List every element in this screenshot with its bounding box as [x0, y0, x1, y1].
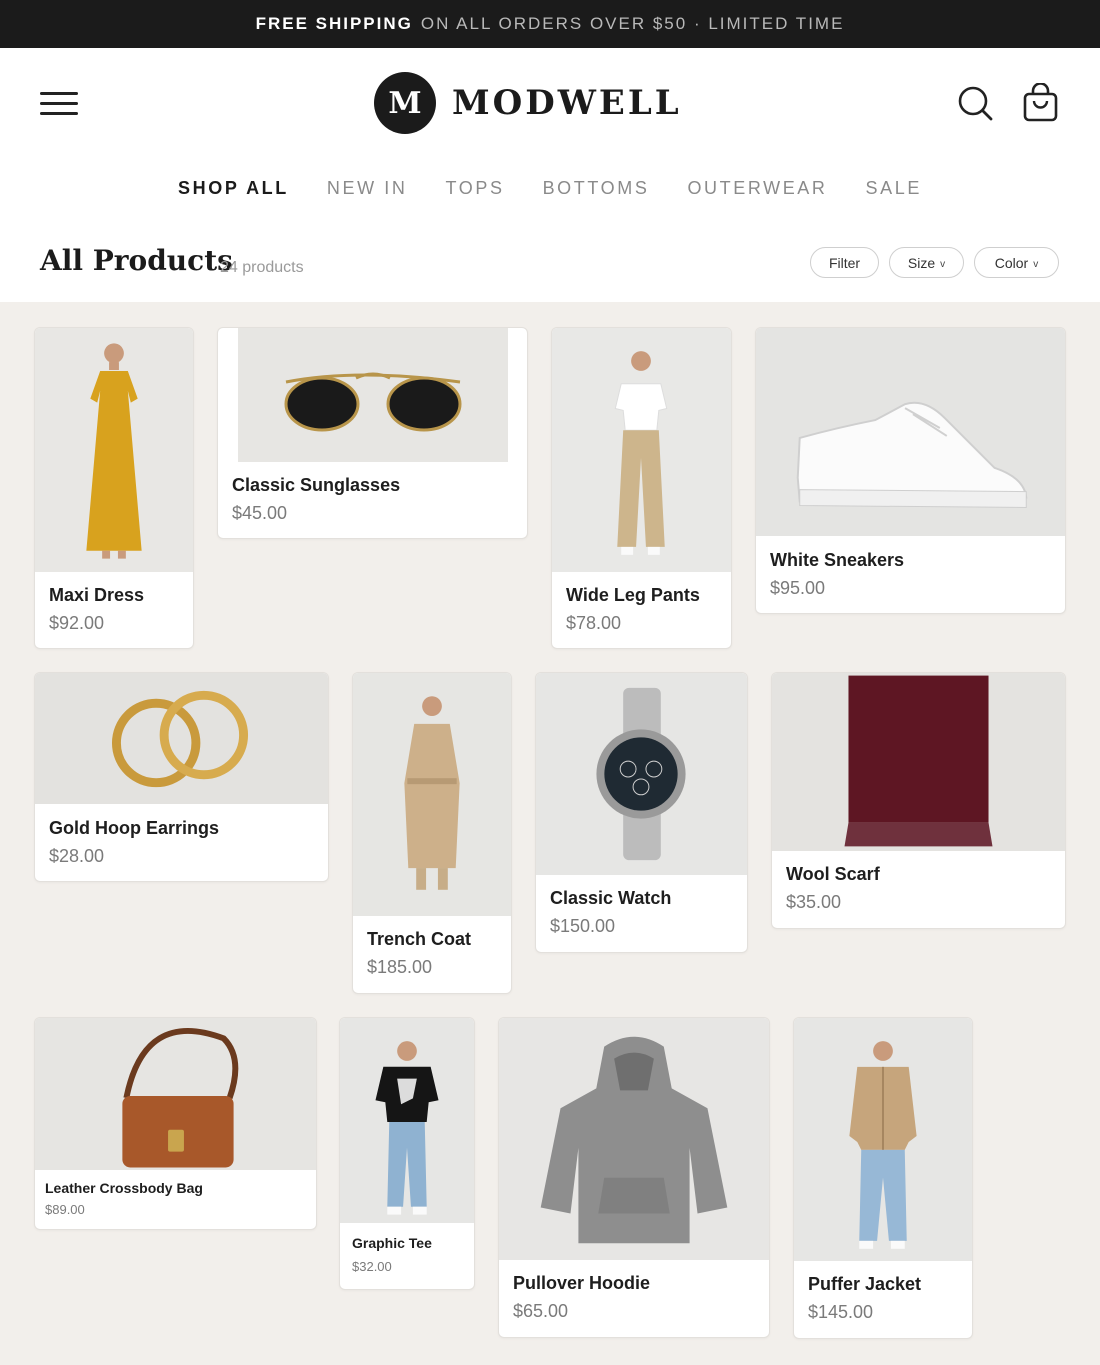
product-price: $35.00 [786, 892, 842, 912]
shopping-bag-icon[interactable] [1022, 82, 1060, 122]
product-name: Trench Coat [367, 929, 472, 949]
nav-bottoms[interactable]: BOTTOMS [543, 178, 650, 199]
hoodie-icon [499, 1018, 769, 1260]
nav-outerwear[interactable]: OUTERWEAR [687, 178, 827, 199]
product-card[interactable]: Leather Crossbody Bag $89.00 [34, 1017, 317, 1230]
product-card[interactable]: Maxi Dress $92.00 [34, 327, 194, 649]
scarf-icon [772, 673, 1065, 851]
tee-icon [340, 1018, 474, 1223]
earrings-icon [35, 673, 328, 804]
promo-strong: FREE SHIPPING [255, 14, 413, 33]
chevron-down-icon: v [1033, 258, 1039, 270]
product-name: Maxi Dress [49, 585, 145, 605]
nav-tops[interactable]: TOPS [445, 178, 504, 199]
sunglasses-icon [238, 328, 508, 462]
product-card[interactable]: White Sneakers $95.00 [755, 327, 1066, 614]
product-card[interactable]: Graphic Tee $32.00 [339, 1017, 475, 1290]
product-name: Wool Scarf [786, 864, 880, 884]
product-name: White Sneakers [770, 550, 905, 570]
sneaker-icon [756, 328, 1065, 536]
product-price: $28.00 [49, 846, 105, 866]
product-name: Puffer Jacket [808, 1274, 922, 1294]
product-price: $45.00 [232, 503, 288, 523]
watch-icon [536, 673, 747, 875]
promo-rest: ON ALL ORDERS OVER $50 · LIMITED TIME [420, 14, 845, 33]
logo-mark: M [374, 72, 436, 134]
size-dropdown[interactable]: Size v [889, 247, 964, 278]
search-icon[interactable] [956, 84, 994, 122]
coat-icon [353, 673, 511, 916]
product-price: $185.00 [367, 957, 433, 977]
product-card[interactable]: Wide Leg Pants $78.00 [551, 327, 732, 649]
chevron-down-icon: v [940, 258, 946, 270]
bag-icon [35, 1018, 316, 1170]
filter-label: Filter [828, 254, 861, 271]
product-price: $65.00 [513, 1301, 569, 1321]
product-card[interactable]: Trench Coat $185.00 [352, 672, 512, 994]
category-nav: SHOP ALL NEW IN TOPS BOTTOMS OUTERWEAR S… [0, 178, 1100, 199]
product-card[interactable]: Pullover Hoodie $65.00 [498, 1017, 770, 1338]
product-name: Gold Hoop Earrings [49, 818, 220, 838]
product-card[interactable]: Classic Sunglasses $45.00 [217, 327, 528, 539]
product-price: $95.00 [770, 578, 826, 598]
pants-icon [552, 328, 731, 572]
product-name: Leather Crossbody Bag [45, 1180, 203, 1196]
color-dropdown[interactable]: Color v [974, 247, 1059, 278]
product-name: Classic Watch [550, 888, 672, 908]
jacket-icon [794, 1018, 972, 1261]
brand-logo[interactable]: M MODWELL [374, 72, 682, 134]
product-price: $78.00 [566, 613, 622, 633]
brand-name: MODWELL [452, 83, 682, 123]
color-label: Color [994, 254, 1029, 271]
product-price: $92.00 [49, 613, 105, 633]
dress-icon [35, 328, 193, 572]
product-price: $89.00 [45, 1202, 85, 1217]
product-card[interactable]: Gold Hoop Earrings $28.00 [34, 672, 329, 882]
product-card[interactable]: Classic Watch $150.00 [535, 672, 748, 953]
product-count: 24 products [220, 259, 304, 276]
menu-icon[interactable] [40, 92, 78, 116]
filter-button[interactable]: Filter [810, 247, 879, 278]
product-price: $32.00 [352, 1259, 392, 1274]
promo-banner: FREE SHIPPING ON ALL ORDERS OVER $50 · L… [0, 0, 1100, 48]
product-name: Graphic Tee [352, 1235, 432, 1251]
nav-shop-all[interactable]: SHOP ALL [178, 178, 289, 199]
page-title: All Products [40, 244, 233, 277]
nav-sale[interactable]: SALE [866, 178, 922, 199]
nav-new-in[interactable]: NEW IN [327, 178, 408, 199]
product-price: $150.00 [550, 916, 616, 936]
product-name: Wide Leg Pants [566, 585, 700, 605]
product-price: $145.00 [808, 1302, 874, 1322]
product-card[interactable]: Puffer Jacket $145.00 [793, 1017, 973, 1339]
product-name: Pullover Hoodie [513, 1273, 651, 1293]
size-label: Size [907, 254, 936, 271]
product-card[interactable]: Wool Scarf $35.00 [771, 672, 1066, 929]
product-name: Classic Sunglasses [232, 475, 401, 495]
